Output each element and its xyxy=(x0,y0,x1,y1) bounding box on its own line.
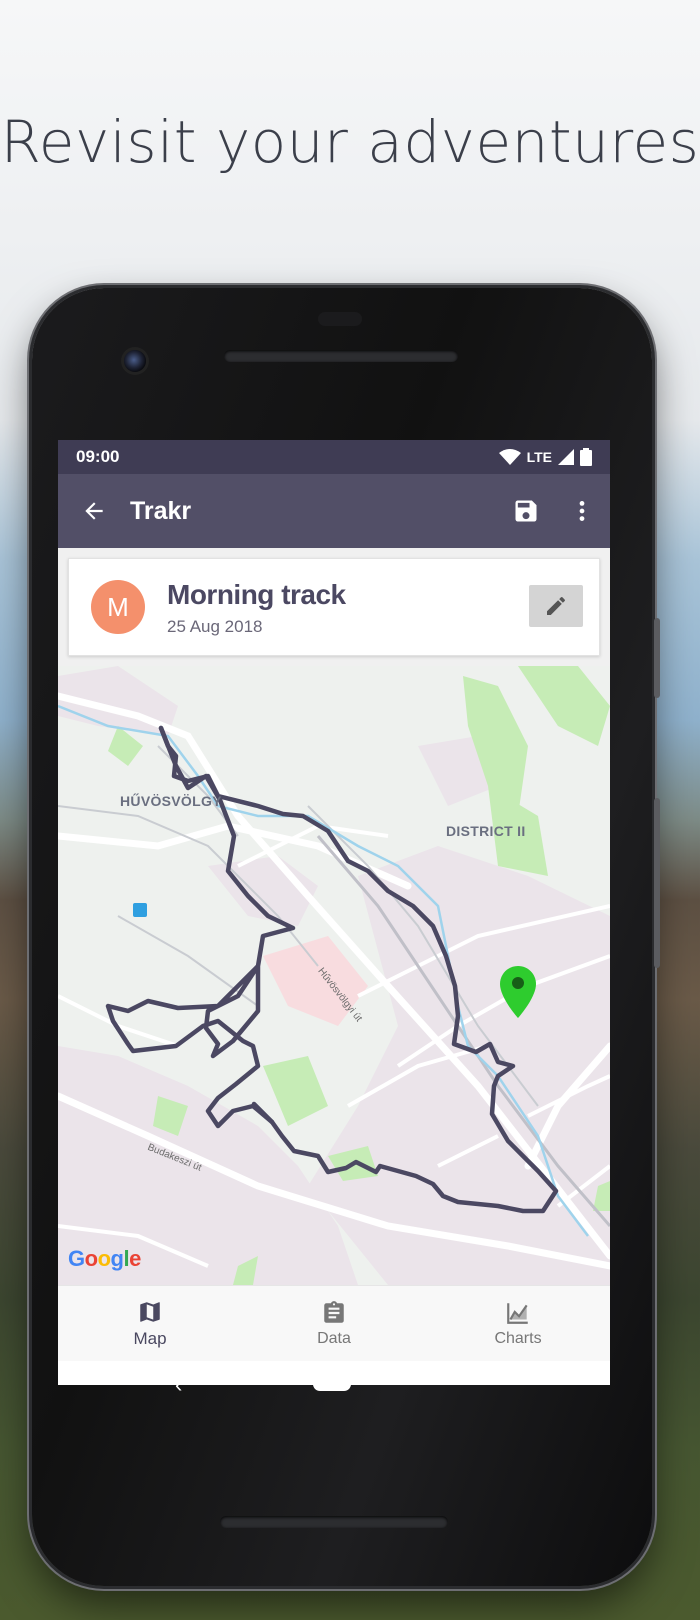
screen: 09:00 LTE Trakr M Morning track 25 Aug 2… xyxy=(58,440,610,1385)
proximity-sensor xyxy=(318,312,362,326)
earpiece-speaker xyxy=(224,350,458,362)
status-bar: 09:00 LTE xyxy=(58,440,610,474)
map-view[interactable]: HŰVÖSVÖLGY DISTRICT II Hűvösvölgyi út Bu… xyxy=(58,666,610,1285)
power-button xyxy=(654,618,660,698)
avatar: M xyxy=(91,580,145,634)
track-card: M Morning track 25 Aug 2018 xyxy=(68,558,600,656)
app-title: Trakr xyxy=(130,496,192,525)
clipboard-icon xyxy=(324,1300,344,1323)
google-attribution: Google xyxy=(68,1246,141,1271)
app-bar: Trakr xyxy=(58,474,610,548)
wifi-icon xyxy=(498,449,521,465)
track-date: 25 Aug 2018 xyxy=(167,617,263,636)
status-time: 09:00 xyxy=(76,447,120,466)
track-card-container: M Morning track 25 Aug 2018 xyxy=(58,548,610,666)
back-button[interactable] xyxy=(58,498,130,524)
nav-charts-label: Charts xyxy=(494,1329,542,1347)
nav-map[interactable]: Map xyxy=(58,1286,242,1361)
track-name: Morning track xyxy=(167,579,346,610)
map-label-area1: HŰVÖSVÖLGY xyxy=(120,793,222,809)
map-canvas xyxy=(58,666,610,1285)
map-label-area2: DISTRICT II xyxy=(446,823,526,839)
edit-button[interactable] xyxy=(529,585,583,627)
bottom-navigation: Map Data Charts xyxy=(58,1285,610,1361)
arrow-back-icon xyxy=(85,502,103,520)
chart-icon xyxy=(507,1302,528,1324)
volume-button xyxy=(654,798,660,968)
battery-icon xyxy=(580,448,592,466)
save-button[interactable] xyxy=(498,497,554,525)
headline: Revisit your adventures xyxy=(0,108,700,176)
nav-charts[interactable]: Charts xyxy=(426,1286,610,1361)
nav-map-label: Map xyxy=(133,1328,167,1348)
pencil-icon xyxy=(547,597,565,615)
system-home-button[interactable] xyxy=(313,1377,351,1391)
more-options-button[interactable] xyxy=(554,498,610,524)
phone-frame: 09:00 LTE Trakr M Morning track 25 Aug 2… xyxy=(32,288,660,1586)
signal-icon xyxy=(558,449,574,465)
nav-data-label: Data xyxy=(317,1329,351,1347)
save-icon xyxy=(515,500,537,522)
network-label: LTE xyxy=(526,449,552,465)
system-back-button[interactable]: ‹ xyxy=(175,1372,182,1398)
bottom-speaker xyxy=(220,1516,448,1528)
nav-data[interactable]: Data xyxy=(242,1286,426,1361)
front-camera xyxy=(124,350,146,372)
more-vert-icon xyxy=(579,501,585,521)
map-icon xyxy=(140,1301,160,1322)
